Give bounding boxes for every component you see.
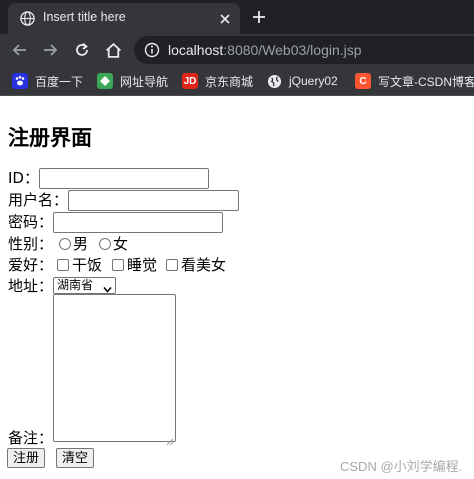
address-selected-value: 湖南省	[57, 278, 94, 292]
address-bar[interactable]: localhost:8080/Web03/login.jsp	[134, 36, 474, 64]
forward-arrow-icon[interactable]	[40, 40, 60, 60]
gender-label: 性别：	[8, 235, 54, 253]
tab-title: Insert title here	[43, 10, 126, 24]
remark-textarea[interactable]	[53, 294, 176, 446]
hobby-girls-label: 看美女	[181, 256, 227, 274]
id-input[interactable]	[39, 168, 209, 189]
radio-button[interactable]	[99, 238, 111, 250]
gender-female-label: 女	[113, 235, 129, 253]
reset-button[interactable]: 清空	[56, 448, 95, 468]
address-select[interactable]: 湖南省	[53, 277, 116, 294]
globe-icon	[266, 73, 282, 89]
url-path: :8080/Web03/login.jsp	[223, 42, 362, 58]
hobby-girls-checkbox[interactable]: 看美女	[166, 256, 226, 274]
bookmark-csdn[interactable]: C 写文章-CSDN博客	[355, 73, 474, 89]
username-input[interactable]	[68, 190, 239, 211]
watermark: CSDN @小刘学编程.	[340, 459, 463, 474]
id-label: ID：	[8, 169, 39, 187]
jd-logo-icon: JD	[182, 73, 198, 89]
checkbox[interactable]	[166, 259, 178, 271]
bookmark-label: 写文章-CSDN博客	[378, 74, 474, 89]
360-navigation-icon	[97, 73, 113, 89]
home-icon[interactable]	[103, 40, 123, 60]
remark-label: 备注：	[8, 429, 54, 447]
hobby-sleep-checkbox[interactable]: 睡觉	[112, 256, 157, 274]
reload-icon[interactable]	[72, 40, 92, 60]
gender-male-radio[interactable]: 男	[59, 235, 88, 253]
bookmark-label: 网址导航	[120, 74, 169, 89]
baidu-paw-icon	[12, 73, 28, 89]
globe-icon	[20, 11, 35, 26]
password-input[interactable]	[53, 212, 223, 233]
tab-active[interactable]: Insert title here	[8, 3, 240, 34]
url-host: localhost	[168, 42, 224, 58]
checkbox[interactable]	[57, 259, 69, 271]
browser-toolbar: localhost:8080/Web03/login.jsp	[0, 34, 474, 66]
bookmark-jquery02[interactable]: jQuery02	[266, 73, 338, 89]
radio-button[interactable]	[59, 238, 71, 250]
tab-strip: Insert title here	[0, 0, 474, 34]
hobby-label: 爱好：	[8, 256, 54, 274]
page-content: 注册界面 ID： 用户名： 密码： 性别： 男 女 爱好： 干饭 睡觉 看美女 …	[0, 97, 474, 479]
back-arrow-icon[interactable]	[10, 40, 30, 60]
bookmark-baidu[interactable]: 百度一下	[12, 73, 83, 89]
resize-grip-icon[interactable]	[166, 432, 174, 446]
checkbox[interactable]	[112, 259, 124, 271]
hobby-eat-checkbox[interactable]: 干饭	[57, 256, 102, 274]
bookmark-jd[interactable]: JD 京东商城	[182, 73, 253, 89]
hobby-eat-label: 干饭	[72, 256, 103, 274]
bookmark-nav[interactable]: 网址导航	[97, 73, 168, 89]
chevron-down-icon	[103, 282, 112, 293]
gender-female-radio[interactable]: 女	[99, 235, 128, 253]
address-label: 地址：	[8, 277, 54, 295]
password-label: 密码：	[8, 213, 54, 231]
bookmarks-bar: 百度一下 网址导航 JD 京东商城 jQuery02 C 写文章-CSDN博客	[0, 66, 474, 96]
bookmark-label: jQuery02	[289, 74, 338, 88]
info-icon[interactable]	[144, 42, 160, 58]
new-tab-plus-icon[interactable]	[248, 6, 270, 28]
csdn-logo-icon: C	[355, 73, 371, 89]
hobby-sleep-label: 睡觉	[127, 256, 158, 274]
close-icon[interactable]	[216, 10, 233, 27]
submit-button[interactable]: 注册	[7, 448, 46, 468]
bookmark-label: 京东商城	[205, 74, 254, 89]
page-title: 注册界面	[8, 126, 92, 150]
username-label: 用户名：	[8, 191, 69, 209]
url-text: localhost:8080/Web03/login.jsp	[168, 42, 362, 58]
bookmark-label: 百度一下	[35, 74, 84, 89]
gender-male-label: 男	[73, 235, 89, 253]
